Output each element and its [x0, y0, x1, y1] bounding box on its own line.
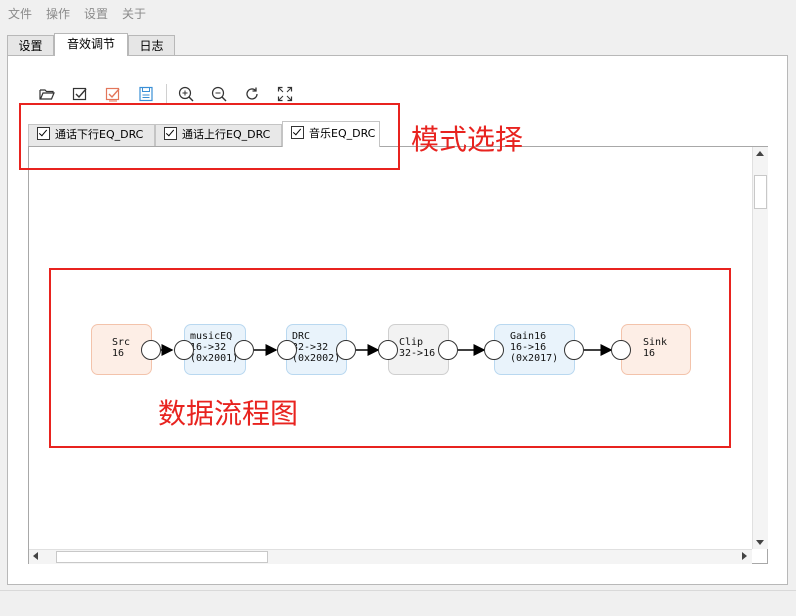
refresh-icon[interactable] — [243, 85, 261, 103]
scroll-right-icon[interactable] — [742, 552, 747, 560]
tab-settings[interactable]: 设置 — [7, 35, 54, 55]
menu-operation[interactable]: 操作 — [46, 5, 70, 22]
data-flow-highlight — [49, 268, 731, 448]
tab-log[interactable]: 日志 — [128, 35, 175, 55]
data-flow-annotation: 数据流程图 — [158, 397, 299, 430]
folder-open-icon[interactable] — [38, 85, 56, 103]
menu-about[interactable]: 关于 — [122, 5, 146, 22]
check-icon[interactable] — [71, 85, 89, 103]
zoom-in-icon[interactable] — [177, 85, 195, 103]
scroll-up-icon[interactable] — [756, 151, 764, 156]
edit-check-icon[interactable] — [104, 85, 122, 103]
status-bar-divider — [0, 590, 796, 591]
music-checkbox[interactable] — [291, 126, 304, 139]
mode-select-annotation: 模式选择 — [411, 123, 524, 156]
zoom-out-icon[interactable] — [210, 85, 228, 103]
toolbar-separator — [166, 84, 167, 104]
vertical-scroll-thumb[interactable] — [754, 175, 767, 209]
save-doc-icon[interactable] — [137, 85, 155, 103]
scroll-down-icon[interactable] — [756, 540, 764, 545]
tab-audio-tuning[interactable]: 音效调节 — [54, 33, 128, 56]
mode-tab-music[interactable]: 音乐EQ_DRC — [282, 121, 380, 147]
mode-tab-label: 音乐EQ_DRC — [309, 127, 376, 140]
horizontal-scroll-thumb[interactable] — [56, 551, 268, 563]
menu-file[interactable]: 文件 — [8, 5, 32, 22]
menu-settings[interactable]: 设置 — [84, 5, 108, 22]
fit-screen-icon[interactable] — [276, 85, 294, 103]
scroll-left-icon[interactable] — [33, 552, 38, 560]
menu-bar: 文件 操作 设置 关于 — [0, 0, 796, 24]
